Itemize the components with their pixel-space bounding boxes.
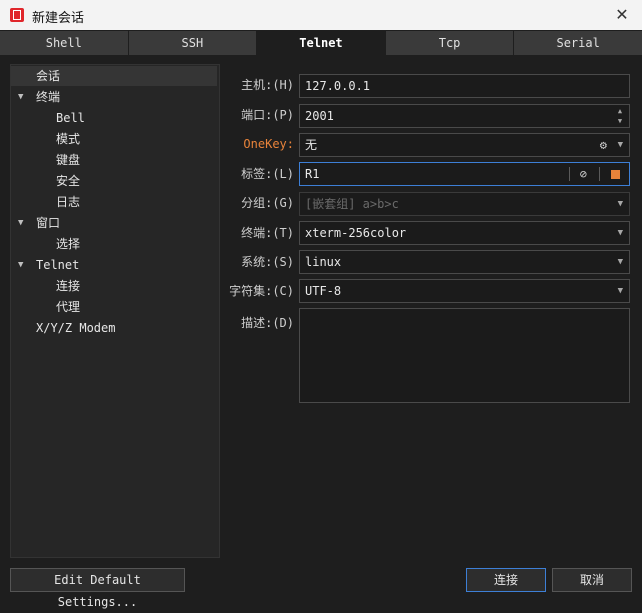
gear-icon[interactable]: ⚙ <box>600 134 607 156</box>
terminal-select[interactable]: xterm-256color ▼ <box>299 221 630 245</box>
chevron-down-icon[interactable]: ▼ <box>618 251 623 273</box>
tab-shell[interactable]: Shell <box>0 31 129 55</box>
onekey-select[interactable]: 无 ⚙ ▼ <box>299 133 630 157</box>
system-value: linux <box>305 255 342 269</box>
onekey-label[interactable]: OneKey: <box>222 132 294 157</box>
host-input[interactable]: 127.0.0.1 <box>299 74 630 98</box>
tab-ssh[interactable]: SSH <box>128 31 258 55</box>
tree-item-telnet[interactable]: Telnet <box>36 255 79 275</box>
tree-item-xyz-modem[interactable]: X/Y/Z Modem <box>36 318 115 338</box>
chevron-down-icon[interactable]: ▼ <box>18 260 28 270</box>
chevron-down-icon[interactable]: ▼ <box>618 134 623 156</box>
group-label: 分组:(G) <box>241 196 294 210</box>
tree-item-keyboard[interactable]: 键盘 <box>56 150 80 170</box>
system-select[interactable]: linux ▼ <box>299 250 630 274</box>
charset-select[interactable]: UTF-8 ▼ <box>299 279 630 303</box>
host-label: 主机:(H) <box>241 78 294 92</box>
chevron-down-icon[interactable]: ▼ <box>18 218 28 228</box>
window-title: 新建会话 <box>32 11 85 26</box>
host-value: 127.0.0.1 <box>305 79 371 93</box>
terminal-label: 终端:(T) <box>241 226 294 240</box>
description-label: 描述:(D) <box>241 316 294 330</box>
tag-input[interactable]: R1 ⊘ <box>299 162 630 186</box>
title-bar: 新建会话 ✕ <box>0 0 642 30</box>
clear-icon[interactable]: ⊘ <box>580 163 587 185</box>
tree-item-session[interactable]: 会话 <box>11 66 217 86</box>
tab-tcp[interactable]: Tcp <box>385 31 515 55</box>
chevron-down-icon[interactable]: ▼ <box>18 92 28 102</box>
tree-item-log[interactable]: 日志 <box>56 192 80 212</box>
edit-default-settings-button[interactable]: Edit Default Settings... <box>10 568 185 609</box>
port-stepper[interactable]: ▲ ▼ <box>615 106 625 126</box>
tree-item-label: 会话 <box>36 69 61 83</box>
tab-serial[interactable]: Serial <box>514 31 642 55</box>
terminal-value: xterm-256color <box>305 226 407 240</box>
tab-telnet[interactable]: Telnet <box>257 31 386 55</box>
tag-value: R1 <box>305 167 320 181</box>
tag-label: 标签:(L) <box>241 167 294 181</box>
connect-button[interactable]: 连接 <box>466 568 546 592</box>
group-select[interactable]: [嵌套组] a>b>c ▼ <box>299 192 630 216</box>
port-value: 2001 <box>305 109 334 123</box>
tree-item-proxy[interactable]: 代理 <box>56 297 80 317</box>
divider <box>569 167 570 181</box>
port-label: 端口:(P) <box>241 108 294 122</box>
port-input[interactable]: 2001 ▲ ▼ <box>299 104 630 128</box>
charset-label: 字符集:(C) <box>229 284 294 298</box>
cancel-button[interactable]: 取消 <box>552 568 632 592</box>
onekey-value: 无 <box>305 138 318 152</box>
app-icon <box>10 8 24 22</box>
tree-item-connection[interactable]: 连接 <box>56 276 80 296</box>
protocol-tabs: Shell SSH Telnet Tcp Serial <box>0 31 642 56</box>
chevron-down-icon[interactable]: ▼ <box>618 193 623 215</box>
charset-value: UTF-8 <box>305 284 342 298</box>
tree-item-selection[interactable]: 选择 <box>56 234 80 254</box>
chevron-down-icon[interactable]: ▼ <box>618 280 623 302</box>
divider <box>599 167 600 181</box>
chevron-down-icon[interactable]: ▼ <box>618 222 623 244</box>
tree-item-bell[interactable]: Bell <box>56 108 85 128</box>
tree-item-window[interactable]: 窗口 <box>36 213 60 233</box>
description-textarea[interactable] <box>299 308 630 403</box>
tree-item-mode[interactable]: 模式 <box>56 129 80 149</box>
color-tag-icon[interactable] <box>611 170 620 179</box>
close-icon[interactable]: ✕ <box>611 4 633 26</box>
tree-item-terminal[interactable]: 终端 <box>36 87 60 107</box>
settings-tree: 会话 ▼ 终端 Bell 模式 键盘 安全 日志 ▼ 窗口 选择 ▼ Telne… <box>10 64 220 558</box>
group-placeholder: [嵌套组] a>b>c <box>305 197 399 211</box>
tree-item-security[interactable]: 安全 <box>56 171 80 191</box>
system-label: 系统:(S) <box>241 255 294 269</box>
